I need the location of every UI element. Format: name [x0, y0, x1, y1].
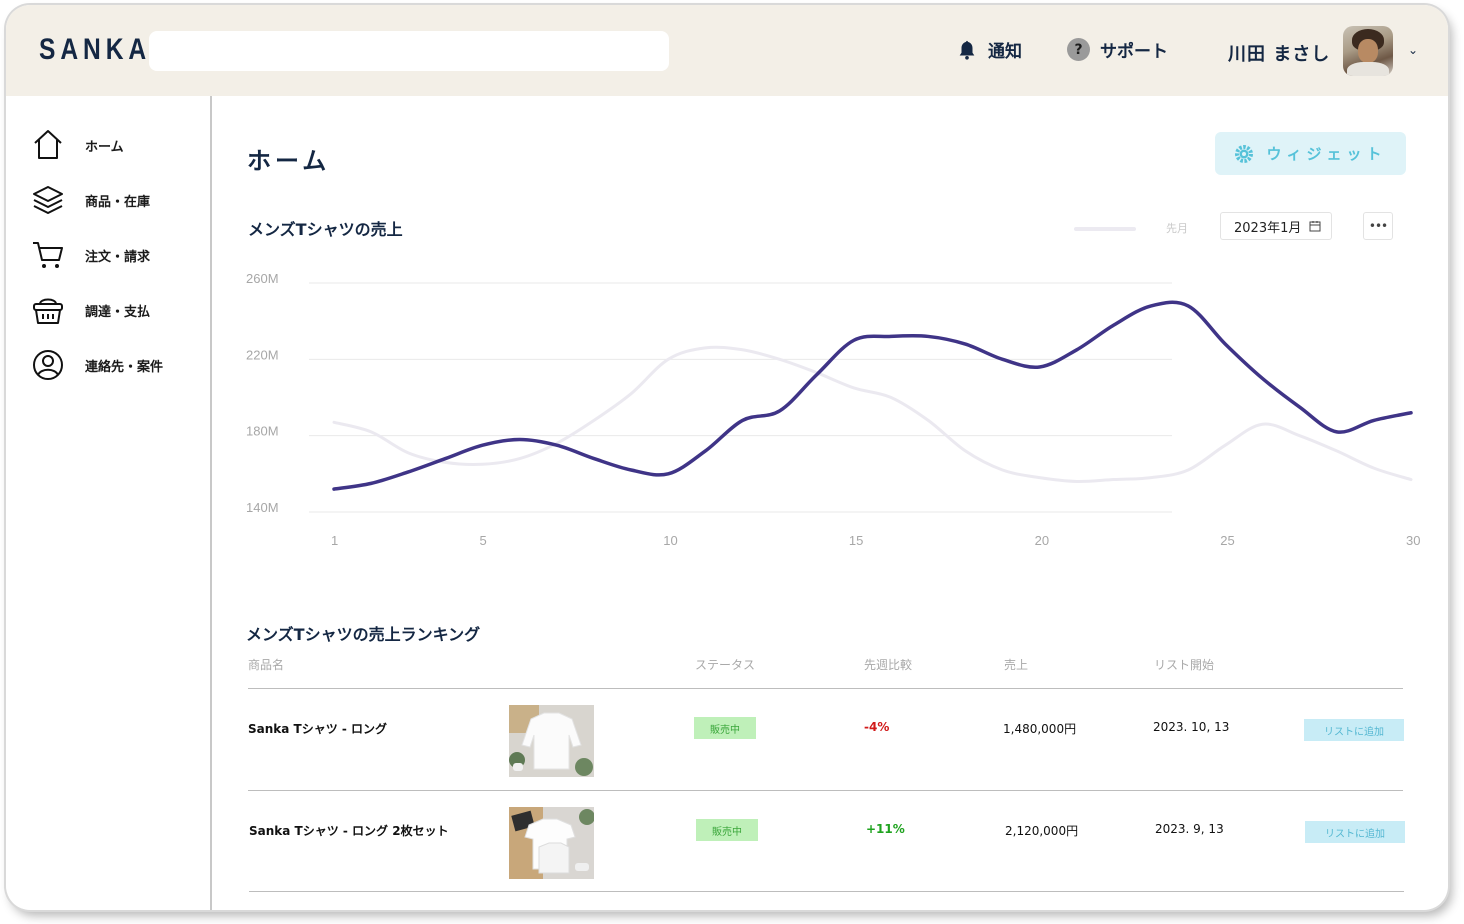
sidebar-item-orders[interactable]: 注文・請求	[31, 238, 150, 272]
y-tick-label: 140M	[246, 500, 279, 515]
sidebar-item-label: 商品・在庫	[85, 194, 151, 210]
sidebar-item-products[interactable]: 商品・在庫	[31, 183, 150, 217]
product-name[interactable]: Sanka Tシャツ - ロング	[248, 720, 387, 737]
layers-icon	[33, 186, 63, 214]
sidebar-item-label: 注文・請求	[85, 249, 151, 265]
search-input[interactable]	[149, 31, 669, 71]
x-tick-label: 20	[1035, 533, 1049, 548]
chevron-down-icon[interactable]: ⌄	[1408, 43, 1418, 57]
y-tick-label: 260M	[246, 271, 279, 286]
weekly-change: +11%	[866, 822, 905, 836]
y-tick-label: 220M	[246, 347, 279, 362]
app-window: SANKA 通知 ? サポート 川田 まさし ⌄ ホーム 商品・在庫 注文・請求…	[6, 5, 1448, 910]
y-tick-label: 180M	[246, 424, 279, 439]
x-tick-label: 10	[663, 533, 677, 548]
home-icon	[34, 130, 62, 159]
sales-value: 1,480,000円	[1003, 722, 1077, 736]
weekly-change: -4%	[864, 720, 890, 734]
sidebar-item-contacts[interactable]: 連絡先・案件	[31, 348, 163, 382]
product-name[interactable]: Sanka Tシャツ - ロング 2枚セット	[249, 822, 449, 839]
page-title: ホーム	[247, 147, 331, 175]
date-picker[interactable]: 2023年1月	[1220, 212, 1332, 240]
x-tick-label: 15	[849, 533, 863, 548]
user-name[interactable]: 川田 まさし	[1228, 40, 1330, 66]
x-tick-label: 30	[1406, 533, 1420, 548]
divider	[248, 688, 1403, 689]
help-icon: ?	[1067, 38, 1090, 61]
date-value: 2023年1月	[1234, 220, 1302, 236]
x-tick-label: 25	[1220, 533, 1234, 548]
sales-value: 2,120,000円	[1005, 824, 1079, 838]
product-thumbnail[interactable]	[509, 705, 594, 777]
sidebar-item-label: 連絡先・案件	[85, 359, 164, 375]
sidebar-item-home[interactable]: ホーム	[31, 128, 124, 162]
column-header-sales: 売上	[1004, 658, 1029, 672]
legend-swatch	[1074, 227, 1136, 231]
list-start-date: 2023. 10, 13	[1153, 720, 1230, 734]
user-circle-icon	[33, 350, 63, 380]
series-line-current	[332, 300, 1413, 491]
series-line-last-month	[332, 345, 1413, 484]
support-button[interactable]: ? サポート	[1067, 37, 1168, 62]
bell-icon	[959, 40, 975, 60]
divider	[248, 790, 1403, 791]
sidebar-item-label: 調達・支払	[85, 304, 151, 320]
product-thumbnail[interactable]	[509, 807, 594, 879]
more-options-button[interactable]: •••	[1363, 212, 1393, 240]
notifications-button[interactable]: 通知	[956, 37, 1022, 62]
x-tick-label: 5	[480, 533, 487, 548]
notifications-label: 通知	[988, 42, 1022, 62]
status-badge: 販売中	[694, 717, 756, 739]
column-header-product: 商品名	[248, 658, 285, 672]
sidebar: ホーム 商品・在庫 注文・請求 調達・支払 連絡先・案件	[6, 96, 212, 910]
gear-icon	[1235, 144, 1254, 163]
sidebar-item-purchasing[interactable]: 調達・支払	[31, 293, 150, 327]
widget-button-label: ウィジェット	[1266, 145, 1387, 163]
widget-button[interactable]: ウィジェット	[1215, 132, 1406, 175]
legend-label: 先月	[1166, 222, 1188, 235]
add-to-list-button[interactable]: リストに追加	[1305, 821, 1405, 843]
column-header-weekly-change: 先週比較	[864, 658, 913, 672]
basket-icon	[33, 298, 63, 324]
column-header-status: ステータス	[695, 658, 756, 672]
cart-icon	[33, 242, 63, 268]
top-header: SANKA 通知 ? サポート 川田 まさし ⌄	[6, 5, 1448, 96]
sidebar-item-label: ホーム	[85, 139, 124, 155]
logo[interactable]: SANKA	[39, 33, 151, 67]
avatar[interactable]	[1343, 26, 1393, 76]
add-to-list-button[interactable]: リストに追加	[1304, 719, 1404, 741]
column-header-list-start: リスト開始	[1154, 658, 1215, 672]
status-badge: 販売中	[696, 819, 758, 841]
list-start-date: 2023. 9, 13	[1155, 822, 1224, 836]
divider	[249, 891, 1404, 892]
x-tick-label: 1	[331, 533, 338, 548]
ranking-title: メンズTシャツの売上ランキング	[246, 625, 481, 644]
support-label: サポート	[1100, 42, 1168, 62]
calendar-icon	[1309, 221, 1321, 232]
chart-title: メンズTシャツの売上	[248, 220, 403, 239]
